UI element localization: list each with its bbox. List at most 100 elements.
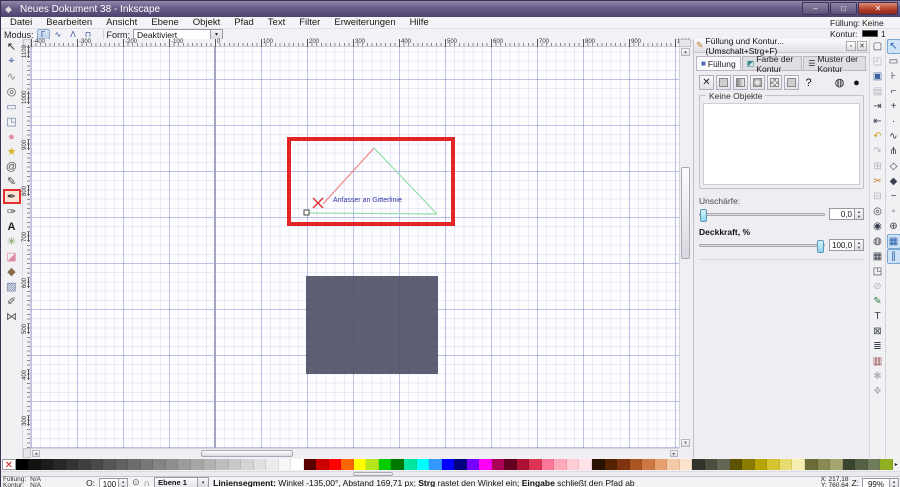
tool-pen-tool[interactable]: ✒ — [2, 189, 21, 204]
snap-grid-icon[interactable]: ▦ — [886, 234, 900, 249]
palette-swatch[interactable] — [353, 459, 367, 470]
redo-icon[interactable]: ↷ — [871, 144, 885, 159]
copy-icon[interactable]: ⊞ — [871, 159, 885, 174]
opacity-value[interactable]: 100,0 — [829, 239, 855, 251]
scroll-down-icon[interactable]: ▾ — [681, 439, 690, 447]
palette-swatch[interactable] — [165, 459, 179, 470]
export-icon[interactable]: ⇤ — [871, 114, 885, 129]
tool-star-tool[interactable]: ★ — [3, 144, 21, 159]
palette-swatch[interactable] — [805, 459, 818, 470]
snap-intersections-icon[interactable]: ⋔ — [887, 144, 900, 159]
palette-swatch[interactable] — [404, 459, 417, 470]
fill-rule-evenodd[interactable]: ◍ — [832, 75, 847, 90]
snap-line-midpoints-icon[interactable]: − — [887, 189, 900, 204]
vertical-scrollbar[interactable]: ▴ ▾ — [679, 47, 691, 448]
menu-item-hilfe[interactable]: Hilfe — [403, 17, 436, 29]
duplicate-icon[interactable]: ▦ — [871, 249, 885, 264]
blur-value[interactable]: 0,0 — [829, 208, 855, 220]
tool-ellipse-tool[interactable]: ● — [3, 129, 21, 144]
tool-connector-tool[interactable]: ⋈ — [3, 309, 21, 324]
paint-swatch[interactable] — [784, 75, 799, 90]
import-icon[interactable]: ⇥ — [871, 99, 885, 114]
paint-linear-gradient[interactable] — [733, 75, 748, 90]
palette-swatch[interactable] — [554, 459, 567, 470]
scroll-left-icon[interactable]: ◂ — [32, 450, 40, 457]
tool-box3d-tool[interactable]: ◳ — [3, 114, 21, 129]
tab-füllung[interactable]: ■ Füllung — [696, 56, 741, 70]
open-document-icon[interactable]: ◰ — [871, 54, 885, 69]
spinner-arrows-icon[interactable]: ▴ ▾ — [890, 477, 899, 487]
zoom-drawing-icon[interactable]: ◎ — [871, 204, 885, 219]
canvas[interactable]: Anfasser an Gitterlinie — [31, 47, 679, 448]
maximize-button[interactable]: □ — [830, 2, 857, 15]
fill-stroke-dialog-icon[interactable]: ✎ — [871, 294, 885, 309]
palette-swatch[interactable] — [40, 459, 54, 470]
palette-swatch[interactable] — [228, 459, 242, 470]
print-icon[interactable]: ▤ — [871, 84, 885, 99]
zoom-corner-button[interactable] — [679, 39, 691, 47]
tool-paint-bucket-tool[interactable]: ◆ — [3, 264, 21, 279]
stroke-width-value[interactable]: 1 — [881, 29, 886, 39]
palette-swatch[interactable] — [90, 459, 104, 470]
palette-swatch[interactable] — [629, 459, 643, 470]
tool-dropper-tool[interactable]: ✐ — [3, 294, 21, 309]
menu-item-ansicht[interactable]: Ansicht — [99, 17, 144, 29]
fill-indicator-value[interactable]: Keine — [862, 18, 884, 28]
palette-swatch[interactable] — [429, 459, 442, 470]
palette-swatch[interactable] — [341, 459, 354, 470]
palette-swatch[interactable] — [479, 459, 492, 470]
palette-swatch[interactable] — [642, 459, 655, 470]
palette-swatch[interactable] — [203, 459, 217, 470]
palette-swatch[interactable] — [303, 459, 317, 470]
palette-swatch[interactable] — [115, 459, 129, 470]
palette-swatch[interactable] — [679, 459, 693, 470]
zoom-page-icon[interactable]: ◉ — [871, 219, 885, 234]
horizontal-scrollbar[interactable]: ◂ ▸ — [31, 448, 679, 458]
layers-dialog-icon[interactable]: ▥ — [871, 354, 885, 369]
vertical-ruler[interactable]: 1100 1000 900 800 700 600 500 400 300 — [22, 45, 31, 448]
tool-gradient-tool[interactable]: ▨ — [3, 279, 21, 294]
blur-slider[interactable] — [699, 208, 825, 222]
align-dialog-icon[interactable]: ≣ — [871, 339, 885, 354]
preferences-icon[interactable]: ✱ — [871, 369, 885, 384]
menu-item-filter[interactable]: Filter — [292, 17, 327, 29]
snap-paths-icon[interactable]: ∿ — [887, 129, 900, 144]
paint-none[interactable]: ✕ — [699, 75, 714, 90]
create-clone-icon[interactable]: ◳ — [871, 264, 885, 279]
snap-rotation-center-icon[interactable]: ⊕ — [887, 219, 900, 234]
snap-edge-midpoints-icon[interactable]: + — [887, 99, 900, 114]
tool-selector-tool[interactable]: ↖ — [3, 39, 21, 54]
tab-muster-der-kontur[interactable]: ☰ Muster der Kontur — [803, 54, 866, 74]
palette-swatch[interactable] — [378, 459, 392, 470]
unlink-clone-icon[interactable]: ⊘ — [871, 279, 885, 294]
palette-swatch[interactable] — [15, 459, 29, 470]
current-layer-name[interactable]: Ebene 1 — [154, 477, 199, 487]
zoom-selection-icon[interactable]: ◍ — [871, 234, 885, 249]
palette-swatch[interactable] — [654, 459, 668, 470]
text-dialog-icon[interactable]: T — [871, 309, 885, 324]
palette-swatch[interactable] — [78, 459, 91, 470]
palette-swatch[interactable] — [241, 459, 254, 470]
tool-pencil-tool[interactable]: ✎ — [3, 174, 21, 189]
opacity-spinbox[interactable]: 100,0 ▴ ▾ — [829, 239, 864, 251]
spinner-arrows-icon[interactable]: ▴ ▾ — [855, 208, 864, 220]
palette-swatch[interactable] — [704, 459, 718, 470]
fill-rule-nonzero[interactable]: ● — [849, 75, 864, 90]
palette-swatch[interactable] — [466, 459, 480, 470]
palette-swatch[interactable] — [717, 459, 730, 470]
title-bar[interactable]: ◆ Neues Dokument 38 - Inkscape – □ ✕ — [1, 1, 900, 17]
cut-icon[interactable]: ✂ — [871, 174, 885, 189]
palette-swatch[interactable] — [216, 459, 229, 470]
palette-swatch[interactable] — [441, 459, 455, 470]
paint-unknown[interactable]: ? — [801, 75, 816, 90]
palette-swatch[interactable] — [128, 459, 141, 470]
layer-visibility-icon[interactable]: ⊙ — [132, 477, 140, 487]
palette-swatch[interactable] — [103, 459, 116, 470]
tool-zoom-tool[interactable]: ◎ — [3, 84, 21, 99]
new-document-icon[interactable]: ▢ — [871, 39, 885, 54]
palette-swatch[interactable] — [830, 459, 843, 470]
palette-swatch[interactable] — [190, 459, 204, 470]
palette-swatch[interactable] — [153, 459, 166, 470]
palette-swatch[interactable] — [178, 459, 191, 470]
palette-swatch[interactable] — [566, 459, 580, 470]
